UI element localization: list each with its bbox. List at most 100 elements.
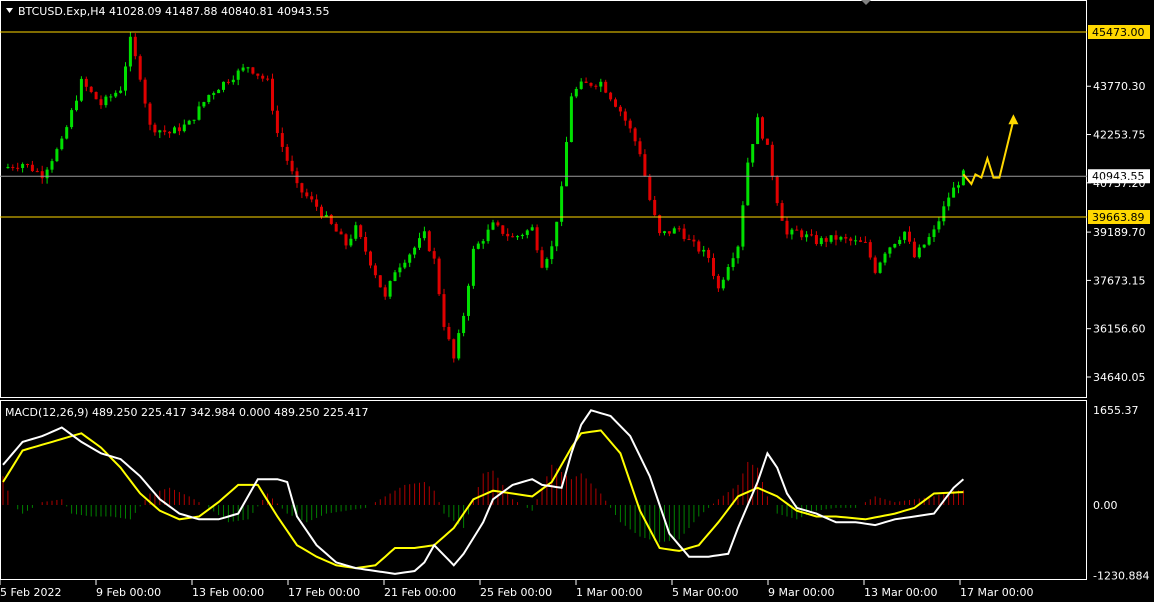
candle-body — [525, 230, 529, 235]
candle-body — [658, 215, 662, 234]
candle-body — [128, 36, 132, 67]
candle-body — [413, 247, 417, 255]
candle-body — [89, 86, 93, 92]
candle-body — [765, 138, 769, 145]
candle-body — [207, 94, 211, 103]
candle-body — [863, 241, 867, 243]
candle-body — [511, 236, 515, 238]
candle-body — [545, 259, 549, 268]
candle-body — [467, 285, 470, 316]
candle-body — [187, 120, 191, 125]
candle-body — [751, 144, 755, 163]
x-tick-label: 5 Mar 00:00 — [672, 586, 738, 599]
candle-body — [599, 81, 603, 87]
y-tick-label: 40737.20 — [1093, 177, 1146, 190]
candle-body — [246, 67, 250, 69]
candle-body — [182, 124, 186, 132]
candle-body — [721, 279, 725, 289]
candle-body — [516, 236, 519, 238]
price-chart[interactable]: 45473.0039663.8940943.55 43770.3042253.7… — [0, 0, 1154, 602]
x-tick-label: 21 Feb 00:00 — [384, 586, 456, 599]
candle-body — [442, 294, 446, 327]
candle-body — [84, 78, 88, 87]
candle-body — [133, 36, 137, 57]
candle-body — [26, 164, 29, 166]
candle-body — [594, 85, 598, 87]
candle-body — [324, 214, 328, 217]
candle-body — [138, 56, 142, 80]
candle-body — [628, 120, 632, 129]
candle-body — [79, 78, 83, 101]
candle-body — [898, 239, 902, 245]
symbol-header: BTCUSD.Exp,H4 41028.09 41487.88 40840.81… — [18, 5, 329, 18]
candle-body — [153, 124, 157, 133]
candle-body — [197, 106, 201, 120]
candle-body — [702, 249, 706, 252]
candle-body — [158, 130, 162, 133]
candle-body — [349, 238, 353, 246]
candle-body — [712, 257, 715, 276]
y-tick-label: 36156.60 — [1093, 323, 1146, 336]
candle-body — [854, 240, 858, 242]
candle-body — [476, 243, 480, 249]
macd-y-tick-label: -1230.884 — [1093, 570, 1149, 583]
candle-body — [388, 281, 392, 297]
candle-body — [614, 99, 617, 107]
candle-body — [173, 127, 176, 134]
level-label: 45473.00 — [1092, 26, 1145, 39]
candle-body — [383, 287, 387, 297]
candle-body — [364, 237, 368, 252]
candle-body — [119, 90, 123, 93]
candle-body — [236, 70, 240, 80]
candle-body — [285, 146, 289, 161]
candle-body — [677, 228, 681, 230]
candle-body — [491, 222, 495, 230]
candle-body — [589, 82, 593, 86]
candle-body — [109, 96, 113, 98]
candle-body — [844, 237, 848, 239]
candle-body — [917, 247, 921, 258]
candle-body — [320, 206, 323, 217]
candle-body — [378, 275, 382, 288]
candle-body — [241, 67, 245, 71]
x-tick-label: 25 Feb 00:00 — [480, 586, 552, 599]
candle-body — [403, 262, 407, 268]
candle-body — [849, 238, 853, 241]
candle-body — [829, 235, 833, 242]
candle-body — [35, 171, 39, 173]
candle-body — [805, 234, 809, 238]
candle-body — [565, 142, 568, 187]
candle-body — [334, 223, 338, 232]
candle-body — [94, 91, 98, 100]
y-tick-label: 39189.70 — [1093, 226, 1146, 239]
y-tick-label: 37673.15 — [1093, 274, 1146, 287]
candle-body — [800, 230, 804, 238]
candle-body — [290, 160, 294, 172]
candle-body — [584, 81, 588, 83]
candle-body — [535, 227, 539, 251]
candle-body — [707, 249, 711, 258]
candle-body — [775, 176, 779, 204]
candle-body — [271, 78, 274, 111]
candle-body — [202, 102, 206, 107]
candle-body — [11, 166, 15, 168]
candle-body — [912, 241, 916, 258]
candle-body — [104, 96, 108, 106]
candle-body — [873, 257, 877, 273]
y-tick-label: 42253.75 — [1093, 129, 1146, 142]
candle-body — [824, 238, 828, 242]
candle-body — [192, 119, 196, 121]
candle-body — [540, 250, 544, 268]
candle-body — [226, 81, 230, 83]
candle-body — [40, 171, 44, 179]
candle-body — [682, 228, 686, 239]
candle-body — [888, 247, 892, 254]
candle-body — [942, 206, 946, 222]
candle-body — [609, 92, 613, 100]
candle-body — [883, 253, 887, 263]
candle-body — [667, 231, 671, 234]
candle-body — [16, 167, 20, 169]
candle-body — [932, 229, 936, 238]
candle-body — [329, 214, 333, 224]
candle-body — [687, 238, 691, 240]
